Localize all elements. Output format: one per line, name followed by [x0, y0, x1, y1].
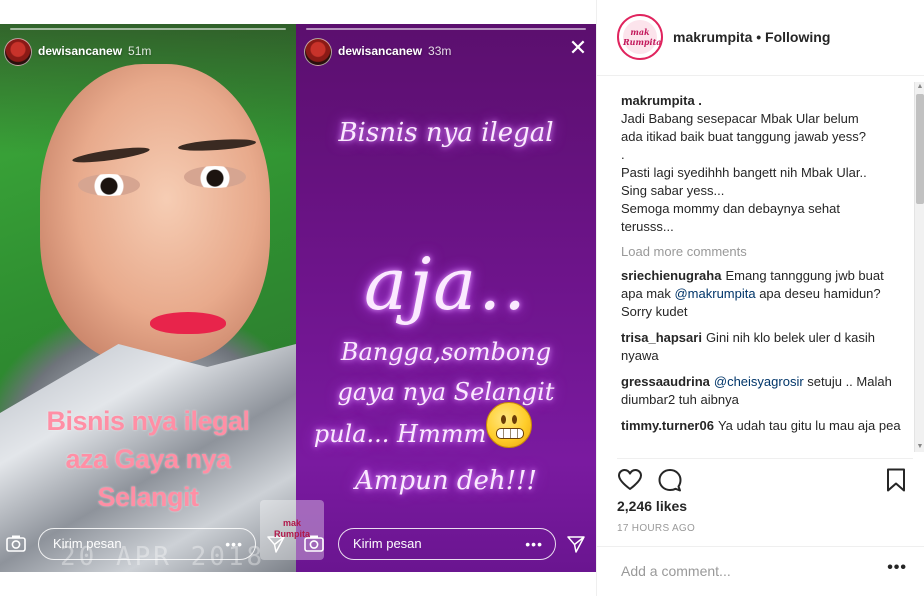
- avatar[interactable]: mak Rumpita: [617, 14, 663, 60]
- story-caption-line-1: Bisnis nya ilegal: [46, 406, 250, 436]
- caption-line: Semoga mommy dan debaynya sehat: [621, 201, 840, 216]
- story-username-text[interactable]: dewisancanew: [38, 44, 122, 58]
- story-time: 51m: [128, 44, 152, 58]
- story-screenshot-right: dewisancanew 33m ✕ Bisnis nya ilegal aja.…: [296, 24, 596, 572]
- story-username[interactable]: dewisancanew 51m: [38, 44, 151, 58]
- avatar-logo: mak Rumpita: [623, 20, 661, 54]
- story-avatar[interactable]: [4, 38, 32, 66]
- more-icon[interactable]: •••: [225, 529, 243, 559]
- close-icon[interactable]: ✕: [568, 37, 588, 59]
- comment-username[interactable]: timmy.turner06: [621, 418, 714, 433]
- following-button[interactable]: Following: [765, 29, 830, 45]
- post-media: dewisancanew 51m Bisnis nya ilegal aza Ga…: [0, 24, 596, 572]
- reply-placeholder-left: Kirim pesan: [53, 536, 122, 551]
- add-comment-bar: Add a comment... •••: [597, 546, 924, 596]
- story-text-line-1: Bisnis nya ilegal: [338, 118, 554, 148]
- story-reply-bar-right: Kirim pesan •••: [296, 528, 596, 562]
- list-item: sriechienugraha Emang tannggung jwb buat …: [621, 267, 905, 321]
- story-header-right: dewisancanew 33m ✕: [296, 24, 596, 76]
- story-time: 33m: [428, 44, 452, 58]
- likes-count[interactable]: 2,246 likes: [617, 498, 687, 514]
- heart-icon[interactable]: [617, 467, 643, 493]
- lips: [150, 312, 226, 334]
- more-icon[interactable]: •••: [525, 529, 543, 559]
- story-reply-bar-left: Kirim pesan •••: [0, 528, 296, 562]
- scroll-down-arrow-icon[interactable]: ▼: [916, 442, 924, 452]
- add-comment-input[interactable]: Add a comment...: [621, 563, 731, 579]
- post-timestamp: 17 HOURS AGO: [617, 523, 696, 534]
- post-header: mak Rumpita makrumpita • Following: [597, 0, 924, 76]
- comment-mention[interactable]: @makrumpita: [674, 286, 755, 301]
- story-username-text[interactable]: dewisancanew: [338, 44, 422, 58]
- comment-username[interactable]: gressaaudrina: [621, 374, 710, 389]
- story-header-left: dewisancanew 51m: [0, 24, 296, 76]
- story-progress-bar: [10, 28, 286, 30]
- list-item: timmy.turner06 Ya udah tau gitu lu mau aj…: [621, 417, 905, 435]
- camera-icon[interactable]: [6, 534, 26, 552]
- caption-username[interactable]: makrumpita .: [621, 92, 905, 110]
- caption-line: Jadi Babang sesepacar Mbak Ular belum: [621, 111, 859, 126]
- comment-text: Ya udah tau gitu lu mau aja pea: [717, 418, 901, 433]
- caption-line: Sing sabar yess...: [621, 183, 725, 198]
- reply-input-right[interactable]: Kirim pesan •••: [338, 528, 556, 560]
- list-item: trisa_hapsari Gini nih klo belek uler d k…: [621, 329, 905, 365]
- comment-username[interactable]: trisa_hapsari: [621, 330, 702, 345]
- story-text-line-2: Bangga,sombong: [340, 338, 552, 366]
- story-username[interactable]: dewisancanew 33m: [338, 44, 451, 58]
- story-screenshot-left: dewisancanew 51m Bisnis nya ilegal aza Ga…: [0, 24, 296, 572]
- caption-line: Pasti lagi syedihhh bangett nih Mbak Ula…: [621, 165, 867, 180]
- comment-icon[interactable]: [657, 467, 683, 493]
- watermark-logo: mak Rumpita: [260, 500, 324, 560]
- list-item: gressaaudrina @cheisyagrosir setuju .. Ma…: [621, 373, 905, 409]
- post-username[interactable]: makrumpita: [673, 29, 752, 45]
- story-progress-bar: [306, 28, 586, 30]
- comments-scrollbar[interactable]: ▲ ▼: [914, 82, 924, 452]
- post-username-line: makrumpita • Following: [673, 29, 830, 45]
- caption-line: terusss...: [621, 219, 674, 234]
- load-more-comments-button[interactable]: Load more comments: [621, 244, 905, 259]
- story-text-line-3: gaya nya Selangit: [337, 378, 555, 406]
- caption-line: ada itikad baik buat tanggung jawab yess…: [621, 129, 867, 144]
- post-side-panel: mak Rumpita makrumpita • Following makrum…: [596, 0, 924, 596]
- post-actions: [617, 458, 913, 498]
- bookmark-icon[interactable]: [883, 467, 909, 493]
- scroll-up-arrow-icon[interactable]: ▲: [916, 82, 924, 92]
- eye-left: [78, 174, 140, 196]
- comment-username[interactable]: sriechienugraha: [621, 268, 721, 283]
- comments-list[interactable]: makrumpita . Jadi Babang sesepacar Mbak …: [597, 82, 915, 452]
- story-avatar[interactable]: [304, 38, 332, 66]
- story-text-line-5: Ampun deh!!!: [355, 466, 537, 496]
- comment-mention[interactable]: @cheisyagrosir: [714, 374, 804, 389]
- story-caption-line-2: aza Gaya nya: [65, 444, 231, 474]
- reply-placeholder-right: Kirim pesan: [353, 536, 422, 551]
- story-caption-line-3: Selangit: [97, 482, 199, 512]
- caption-line: .: [621, 147, 625, 162]
- send-icon[interactable]: [566, 534, 586, 554]
- story-text-big: aja..: [364, 242, 528, 326]
- grimacing-emoji-icon: [486, 402, 532, 448]
- more-options-icon[interactable]: •••: [887, 559, 907, 577]
- separator: •: [756, 29, 762, 45]
- scrollbar-thumb[interactable]: [916, 94, 924, 204]
- eye-right: [184, 166, 246, 188]
- reply-input-left[interactable]: Kirim pesan •••: [38, 528, 256, 560]
